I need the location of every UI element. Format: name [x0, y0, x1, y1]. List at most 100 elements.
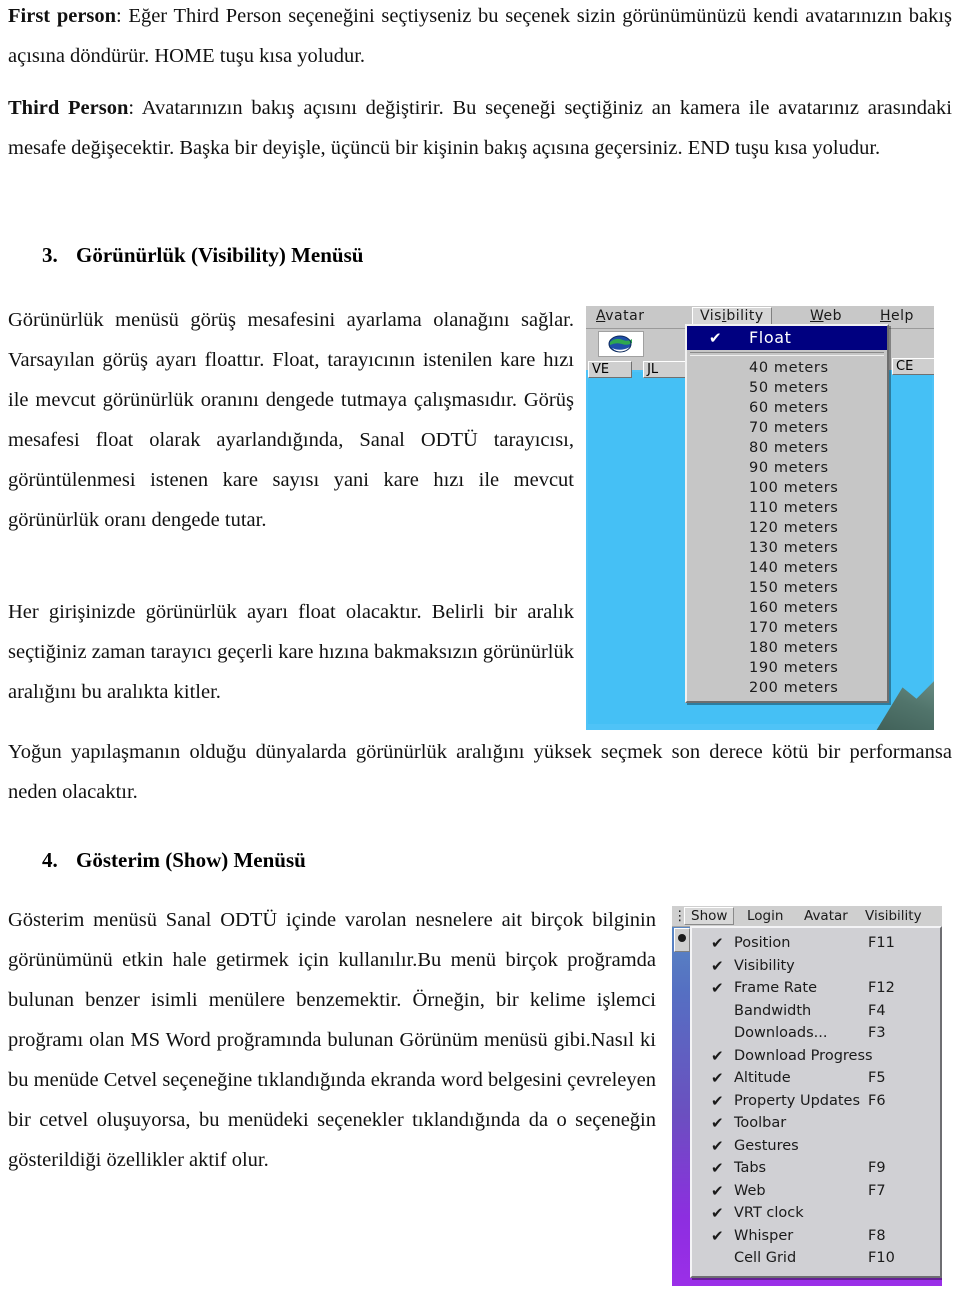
menu-item-distance-label: 120 meters — [749, 520, 839, 536]
show-menu-item-label: VRT clock — [734, 1205, 804, 1221]
show-menu-item-label: Position — [734, 935, 791, 951]
menu-item-distance-label: 150 meters — [749, 580, 839, 596]
show-menubar: ⋮ Show Login Avatar Visibility — [672, 906, 942, 927]
show-menu-item-shortcut: F3 — [868, 1025, 886, 1041]
paragraph-third-person: Third Person: Avatarınızın bakış açısını… — [8, 88, 952, 168]
heading-visibility-menu: 3. Görünürlük (Visibility) Menüsü — [42, 240, 692, 270]
show-menu-item-frame-rate[interactable]: ✔ Frame Rate F12 — [692, 977, 940, 1000]
visibility-tab-group: VE JL — [588, 358, 693, 378]
paragraph-visibility-2: Her girişinizde görünürlük ayarı float o… — [8, 592, 574, 712]
show-menu-item-altitude[interactable]: ✔ Altitude F5 — [692, 1067, 940, 1090]
menu-item-distance[interactable]: 200 meters — [687, 678, 887, 698]
menu-item-distance-label: 70 meters — [749, 420, 829, 436]
menu-item-distance-label: 200 meters — [749, 680, 839, 696]
paragraph-visibility-3: Yoğun yapılaşmanın olduğu dünyalarda gör… — [8, 732, 952, 812]
menubar-item-avatar[interactable]: Avatar — [596, 308, 644, 324]
menubar-item-visibility[interactable]: Visibility — [865, 908, 922, 924]
visibility-dropdown-menu: ✔ Float 40 meters 50 meters 60 meters 70… — [685, 324, 889, 703]
menubar-item-visibility[interactable]: Visibility — [692, 307, 772, 325]
menu-item-float-label: Float — [749, 328, 792, 347]
show-menu-item-shortcut: F5 — [868, 1070, 886, 1086]
show-menu-item-label: Altitude — [734, 1070, 791, 1086]
menu-item-distance-label: 40 meters — [749, 360, 829, 376]
check-icon: ✔ — [711, 1226, 724, 1245]
menu-item-float[interactable]: ✔ Float — [687, 326, 887, 350]
heading-show-label: Gösterim (Show) Menüsü — [76, 848, 306, 872]
menu-item-distance[interactable]: 80 meters — [687, 438, 887, 458]
screenshot-show-menu: ⋮ Show Login Avatar Visibility ✔ Positio… — [672, 906, 942, 1286]
term-first-person: First person — [8, 5, 117, 27]
show-menu-item-web[interactable]: ✔ Web F7 — [692, 1180, 940, 1203]
show-menu-item-bandwidth[interactable]: Bandwidth F4 — [692, 1000, 940, 1023]
menu-item-distance-label: 170 meters — [749, 620, 839, 636]
menu-item-distance[interactable]: 120 meters — [687, 518, 887, 538]
menu-separator — [690, 352, 884, 356]
heading-visibility-number: 3. — [42, 243, 58, 267]
toolbar-button-icon[interactable] — [674, 928, 690, 952]
show-menu-item-toolbar[interactable]: ✔ Toolbar — [692, 1112, 940, 1135]
show-menu-item-vrt-clock[interactable]: ✔ VRT clock — [692, 1202, 940, 1225]
show-menu-item-cell-grid[interactable]: Cell Grid F10 — [692, 1247, 940, 1270]
check-icon: ✔ — [711, 1136, 724, 1155]
show-menu-item-whisper[interactable]: ✔ Whisper F8 — [692, 1225, 940, 1248]
menubar-item-avatar-rest: vatar — [605, 308, 645, 324]
show-menu-item-tabs[interactable]: ✔ Tabs F9 — [692, 1157, 940, 1180]
menu-item-distance[interactable]: 180 meters — [687, 638, 887, 658]
show-menu-item-label: Cell Grid — [734, 1250, 797, 1266]
paragraph-visibility-3-text: Yoğun yapılaşmanın olduğu dünyalarda gör… — [8, 741, 952, 803]
term-third-person: Third Person — [8, 97, 129, 119]
menu-item-distance[interactable]: 90 meters — [687, 458, 887, 478]
show-menu-item-label: Downloads... — [734, 1025, 828, 1041]
menubar-item-help[interactable]: Help — [880, 308, 914, 324]
menu-item-distance[interactable]: 70 meters — [687, 418, 887, 438]
menu-item-distance-label: 160 meters — [749, 600, 839, 616]
show-menu-item-shortcut: F8 — [868, 1227, 886, 1244]
globe-icon[interactable] — [598, 331, 644, 357]
check-icon: ✔ — [711, 934, 724, 952]
menu-item-distance[interactable]: 170 meters — [687, 618, 887, 638]
show-menu-item-label: Gestures — [734, 1137, 799, 1154]
show-menu-item-label: Property Updates — [734, 1092, 861, 1109]
screenshot-visibility-menu: Avatar Visibility Web Help VE JL CE ✔ Fl… — [586, 306, 934, 730]
show-menu-item-gestures[interactable]: ✔ Gestures — [692, 1135, 940, 1158]
menu-item-distance-label: 110 meters — [749, 500, 839, 516]
menu-item-distance[interactable]: 140 meters — [687, 558, 887, 578]
menubar-item-show[interactable]: Show — [684, 907, 735, 925]
show-menu-item-position[interactable]: ✔ Position F11 — [692, 932, 940, 955]
menu-item-distance[interactable]: 50 meters — [687, 378, 887, 398]
heading-show-number: 4. — [42, 848, 58, 872]
check-icon: ✔ — [711, 956, 724, 975]
show-menu-item-download-progress[interactable]: ✔ Download Progress — [692, 1045, 940, 1068]
menu-item-distance-label: 140 meters — [749, 560, 839, 576]
menu-item-distance[interactable]: 100 meters — [687, 478, 887, 498]
show-menu-item-label: Download Progress — [734, 1047, 873, 1064]
heading-visibility-label: Görünürlük (Visibility) Menüsü — [76, 243, 364, 267]
show-menu-item-shortcut: F10 — [868, 1250, 895, 1266]
show-menu-item-visibility[interactable]: ✔ Visibility — [692, 955, 940, 978]
document-page: First person: Eğer Third Person seçeneği… — [0, 0, 960, 1294]
show-menu-item-downloads[interactable]: Downloads... F3 — [692, 1022, 940, 1045]
tab-button-ve[interactable]: VE — [588, 361, 632, 378]
show-menu-item-label: Visibility — [734, 957, 795, 974]
show-menu-item-property-updates[interactable]: ✔ Property Updates F6 — [692, 1090, 940, 1113]
check-icon: ✔ — [711, 979, 724, 997]
menu-item-distance-label: 180 meters — [749, 640, 839, 656]
menubar-item-web[interactable]: Web — [810, 308, 842, 324]
menu-item-distance[interactable]: 150 meters — [687, 578, 887, 598]
check-icon: ✔ — [711, 1114, 724, 1132]
menu-item-distance-label: 50 meters — [749, 380, 829, 396]
menu-item-distance-label: 190 meters — [749, 660, 839, 676]
menu-item-distance[interactable]: 190 meters — [687, 658, 887, 678]
menubar-item-avatar[interactable]: Avatar — [804, 908, 848, 924]
menu-item-distance-label: 60 meters — [749, 400, 829, 416]
menubar-item-login[interactable]: Login — [747, 908, 783, 924]
menu-item-distance[interactable]: 40 meters — [687, 358, 887, 378]
tab-button-jl[interactable]: JL — [643, 361, 688, 378]
menu-item-distance[interactable]: 110 meters — [687, 498, 887, 518]
show-menu-item-shortcut: F12 — [868, 980, 895, 996]
menu-item-distance[interactable]: 130 meters — [687, 538, 887, 558]
menu-item-distance-label: 100 meters — [749, 480, 839, 496]
menu-item-distance[interactable]: 160 meters — [687, 598, 887, 618]
tab-button-ce[interactable]: CE — [892, 358, 934, 375]
menu-item-distance[interactable]: 60 meters — [687, 398, 887, 418]
